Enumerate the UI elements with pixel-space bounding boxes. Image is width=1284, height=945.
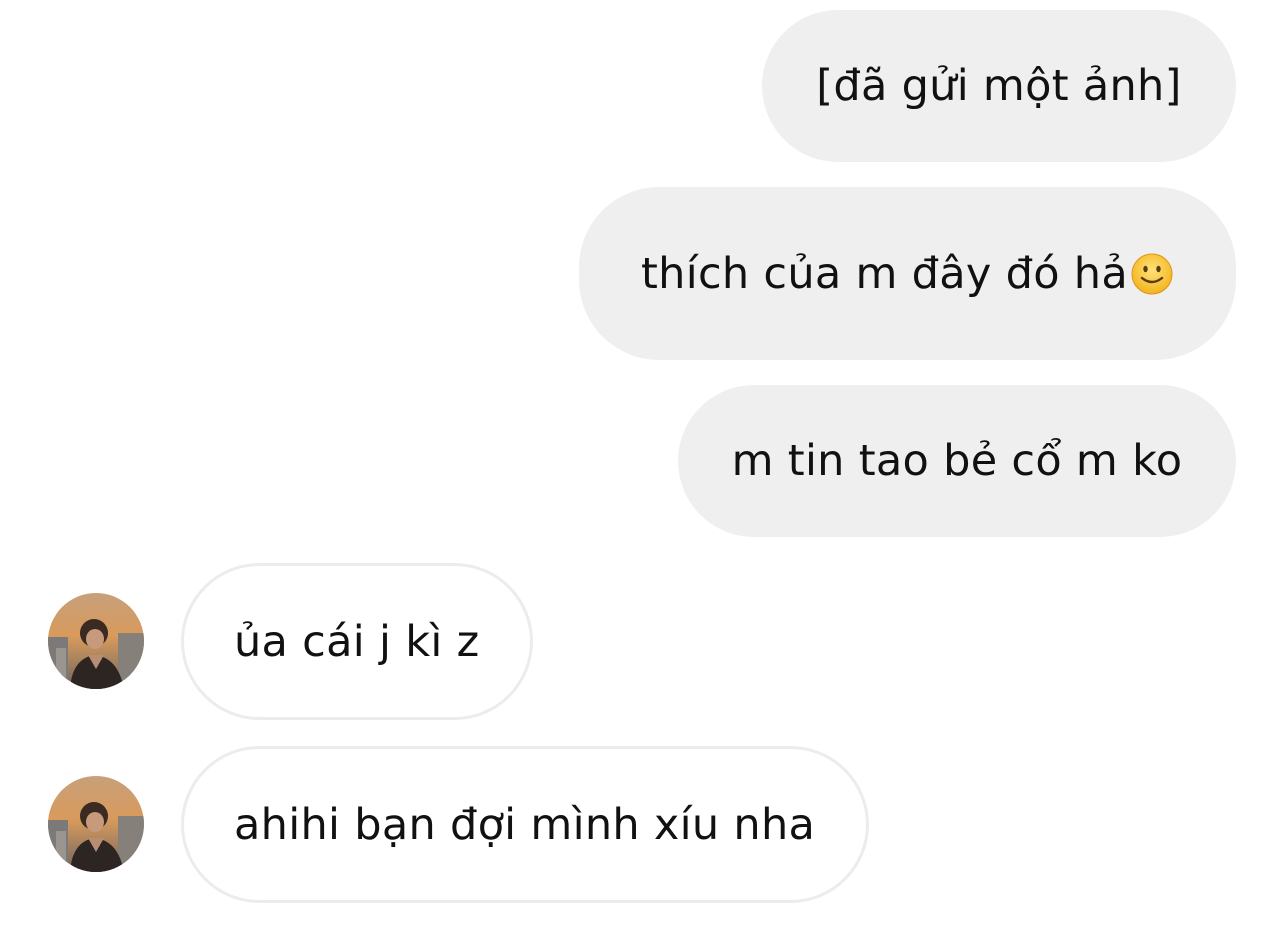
chat-thread: [đã gửi một ảnh] thích của m đây đó hả m… xyxy=(0,0,1284,945)
message-text: ủa cái j kì z xyxy=(234,616,480,667)
sent-message-bubble[interactable]: m tin tao bẻ cổ m ko xyxy=(678,385,1236,537)
avatar[interactable] xyxy=(48,776,144,872)
received-message-bubble[interactable]: ahihi bạn đợi mình xíu nha xyxy=(181,746,869,903)
profile-photo xyxy=(48,593,144,689)
message-text: thích của m đây đó hả xyxy=(640,248,1129,299)
received-message-bubble[interactable]: ủa cái j kì z xyxy=(181,563,533,720)
sent-message-bubble[interactable]: [đã gửi một ảnh] xyxy=(762,10,1236,162)
slightly-smiling-face-icon xyxy=(1130,252,1174,296)
message-text: m tin tao bẻ cổ m ko xyxy=(731,436,1183,486)
profile-photo xyxy=(48,776,144,872)
sent-message-bubble[interactable]: thích của m đây đó hả xyxy=(579,187,1236,360)
avatar[interactable] xyxy=(48,593,144,689)
message-text: ahihi bạn đợi mình xíu nha xyxy=(234,799,816,850)
message-text: [đã gửi một ảnh] xyxy=(816,61,1182,111)
